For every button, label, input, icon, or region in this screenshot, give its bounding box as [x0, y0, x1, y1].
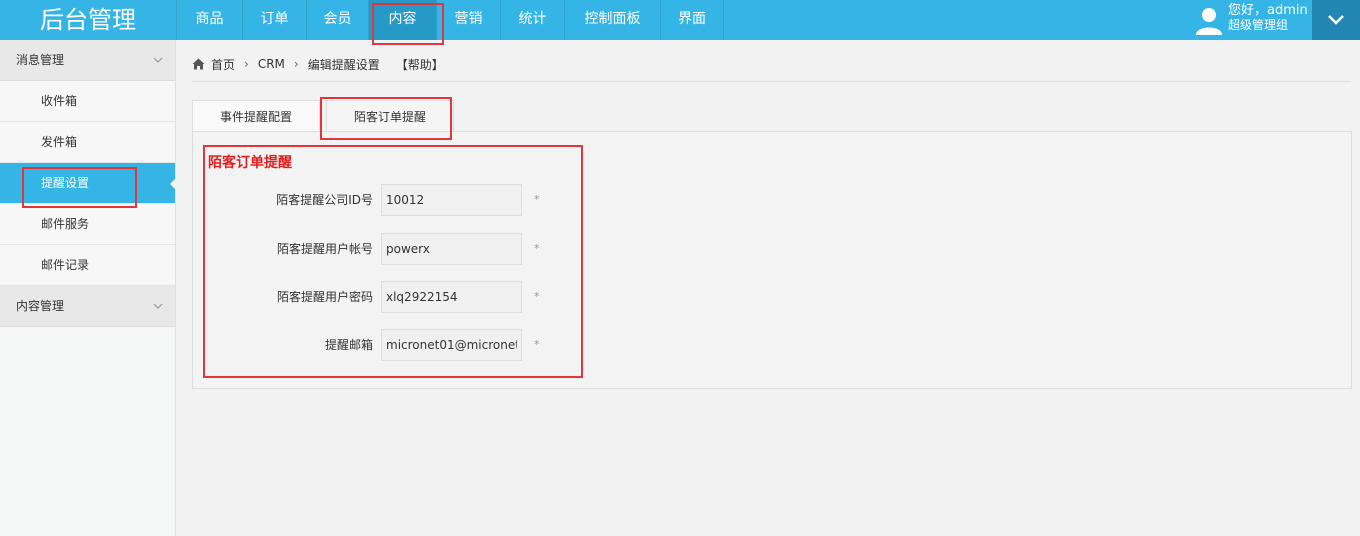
breadcrumb: 首页 › CRM › 编辑提醒设置 【帮助】	[192, 54, 444, 74]
nav-item-interface[interactable]: 界面	[660, 0, 724, 40]
required-marker: *	[534, 290, 540, 303]
breadcrumb-separator-icon: ›	[293, 57, 299, 71]
sidebar-item-mail-log[interactable]: 邮件记录	[0, 245, 175, 286]
company-id-label: 陌客提醒公司ID号	[276, 193, 373, 207]
company-id-input[interactable]	[381, 184, 522, 216]
user-account-input[interactable]	[381, 233, 522, 265]
user-menu-toggle[interactable]	[1312, 0, 1360, 40]
tab-bar: 事件提醒配置 陌客订单提醒	[192, 100, 460, 132]
nav-item-statistics[interactable]: 统计	[500, 0, 564, 40]
form-panel: 陌客订单提醒 陌客提醒公司ID号 * 陌客提醒用户帐号 * 陌客提醒用户密码 *…	[192, 131, 1352, 389]
form-row-user-account: 陌客提醒用户帐号 *	[193, 233, 593, 265]
home-icon	[192, 58, 205, 70]
chevron-down-icon	[153, 303, 163, 309]
form-row-reminder-email: 提醒邮箱 *	[193, 329, 593, 361]
form-title: 陌客订单提醒	[208, 155, 292, 171]
divider	[192, 81, 1351, 82]
top-nav: 商品 订单 会员 内容 营销 统计 控制面板 界面	[176, 0, 724, 40]
nav-item-marketing[interactable]: 营销	[436, 0, 500, 40]
breadcrumb-crm[interactable]: CRM	[258, 57, 285, 71]
sidebar-item-mail-service[interactable]: 邮件服务	[0, 204, 175, 245]
nav-item-orders[interactable]: 订单	[242, 0, 306, 40]
help-link[interactable]: 【帮助】	[396, 56, 444, 73]
top-bar: 后台管理 商品 订单 会员 内容 营销 统计 控制面板 界面 您好，admin …	[0, 0, 1360, 40]
user-account-label: 陌客提醒用户帐号	[276, 242, 373, 256]
chevron-down-icon	[1328, 15, 1344, 25]
nav-item-products[interactable]: 商品	[176, 0, 242, 40]
sidebar-group-content-management[interactable]: 内容管理	[0, 286, 175, 327]
breadcrumb-home[interactable]: 首页	[211, 56, 235, 73]
sidebar-group-label: 内容管理	[16, 299, 65, 313]
user-area[interactable]: 您好，admin 超级管理组	[1190, 0, 1312, 40]
nav-item-control-panel[interactable]: 控制面板	[564, 0, 660, 40]
required-marker: *	[534, 242, 540, 255]
user-password-input[interactable]	[381, 281, 522, 313]
user-role: 超级管理组	[1228, 18, 1289, 32]
sidebar: 消息管理 收件箱 发件箱 提醒设置 邮件服务 邮件记录 内容管理	[0, 40, 176, 536]
sidebar-item-reminder-settings[interactable]: 提醒设置	[0, 163, 176, 204]
user-avatar-icon	[1196, 8, 1222, 35]
nav-item-content[interactable]: 内容	[368, 0, 436, 40]
sidebar-group-label: 消息管理	[16, 53, 65, 67]
sidebar-item-outbox[interactable]: 发件箱	[0, 122, 175, 163]
user-greeting: 您好，admin	[1228, 3, 1308, 18]
nav-item-members[interactable]: 会员	[306, 0, 368, 40]
required-marker: *	[534, 193, 540, 206]
form-row-user-password: 陌客提醒用户密码 *	[193, 281, 593, 313]
reminder-email-label: 提醒邮箱	[324, 338, 373, 352]
sidebar-group-message-management[interactable]: 消息管理	[0, 40, 175, 81]
app-logo[interactable]: 后台管理	[0, 0, 176, 40]
sidebar-item-inbox[interactable]: 收件箱	[0, 81, 175, 122]
user-password-label: 陌客提醒用户密码	[276, 290, 373, 304]
tab-event-reminder-config[interactable]: 事件提醒配置	[192, 100, 321, 132]
main-content: 首页 › CRM › 编辑提醒设置 【帮助】 事件提醒配置 陌客订单提醒 陌客订…	[177, 40, 1360, 536]
breadcrumb-separator-icon: ›	[244, 57, 249, 71]
tab-guest-order-reminder[interactable]: 陌客订单提醒	[326, 100, 455, 132]
form-row-company-id: 陌客提醒公司ID号 *	[193, 184, 593, 216]
breadcrumb-current: 编辑提醒设置	[307, 57, 380, 72]
reminder-email-input[interactable]	[381, 329, 522, 361]
required-marker: *	[534, 338, 540, 351]
chevron-down-icon	[153, 57, 163, 63]
